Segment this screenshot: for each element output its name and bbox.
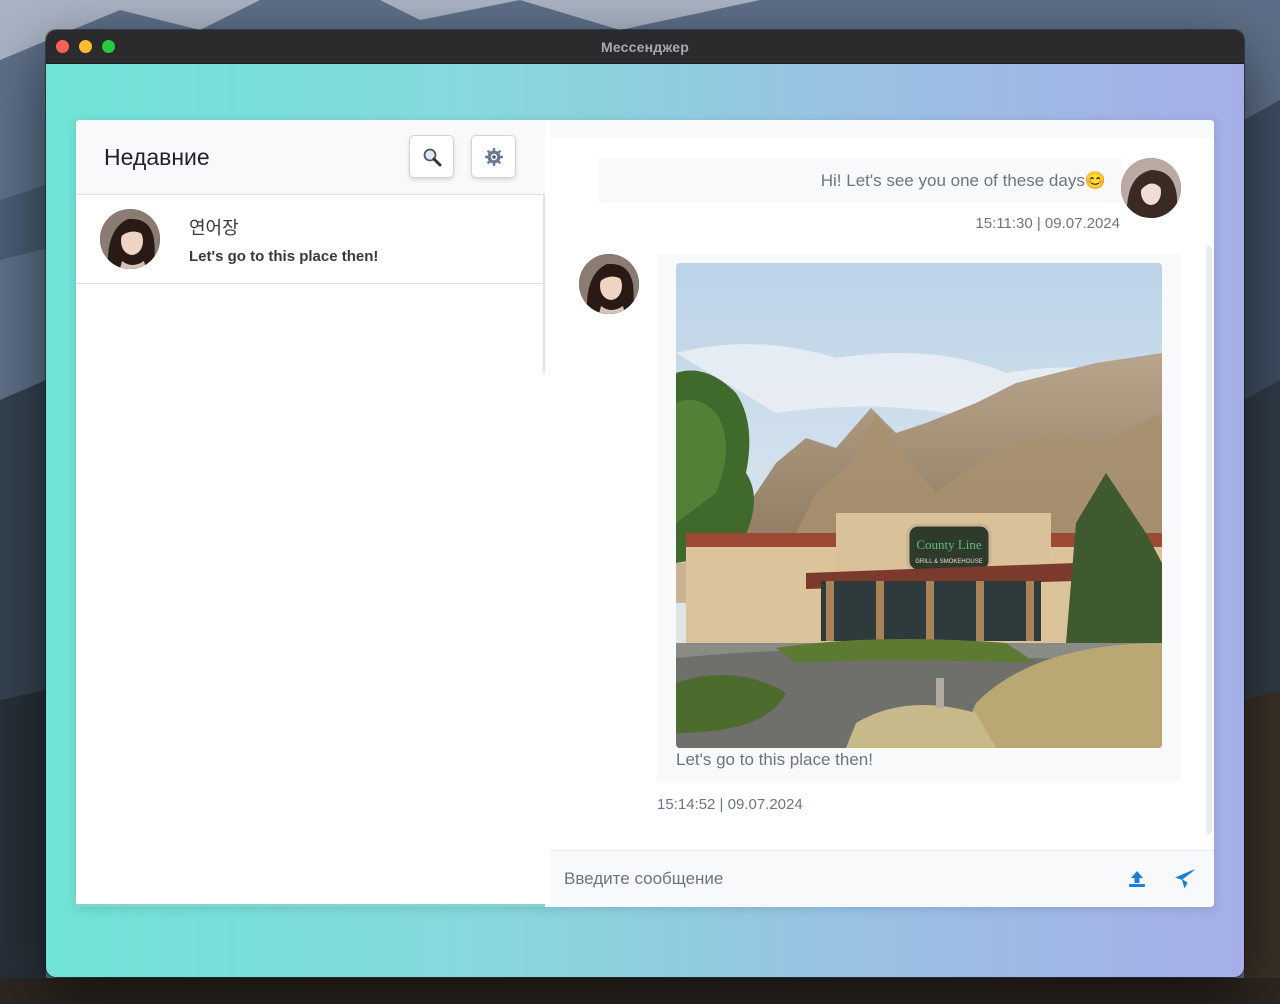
svg-text:County Line: County Line (916, 537, 982, 552)
message-input[interactable] (564, 869, 1104, 889)
gear-icon (484, 147, 503, 166)
chat-name: 연어장 (189, 217, 239, 238)
window-title: Мессенджер (600, 38, 690, 55)
outgoing-message-timestamp: 15:11:30 | 09.07.2024 (975, 215, 1120, 232)
window-controls (56, 40, 115, 53)
window-content: Недавние 연어장 Let's go to this place then… (46, 64, 1244, 977)
chat-scrollbar[interactable] (1206, 246, 1212, 834)
message-composer (550, 850, 1214, 907)
outgoing-message-text: Hi! Let's see you one of these days😊 (820, 170, 1106, 190)
message-photo[interactable]: County Line GRILL & SMOKEHOUSE (676, 263, 1162, 748)
close-window-button[interactable] (56, 40, 69, 53)
chat-item-text: 연어장 Let's go to this place then! (189, 214, 378, 265)
sidebar: Недавние 연어장 Let's go to this place then… (76, 120, 545, 907)
app-window: Мессенджер Недавние 연어장 Let's go to this… (46, 30, 1244, 977)
incoming-message-text: Let's go to this place then! (676, 750, 873, 769)
incoming-message-bubble: County Line GRILL & SMOKEHOUSE Let's go … (657, 254, 1181, 782)
maximize-window-button[interactable] (102, 40, 115, 53)
send-icon (1175, 869, 1195, 889)
chat-top-strip (550, 120, 1214, 138)
search-button[interactable] (409, 135, 454, 178)
sidebar-divider (543, 195, 545, 373)
sidebar-header: Недавние (76, 120, 545, 195)
title-bar: Мессенджер (46, 30, 1244, 64)
minimize-window-button[interactable] (79, 40, 92, 53)
search-icon (423, 148, 441, 166)
chat-panel: Hi! Let's see you one of these days😊 15:… (550, 138, 1214, 907)
upload-button[interactable] (1122, 864, 1152, 894)
contact-avatar (579, 254, 639, 314)
messenger-app: Недавние 연어장 Let's go to this place then… (76, 120, 1214, 907)
sidebar-bottom-edge (76, 904, 545, 907)
chat-list: 연어장 Let's go to this place then! (76, 195, 545, 284)
outgoing-message-bubble: Hi! Let's see you one of these days😊 (598, 158, 1122, 203)
settings-button[interactable] (471, 135, 516, 178)
avatar (100, 209, 160, 269)
chat-list-item[interactable]: 연어장 Let's go to this place then! (76, 195, 545, 284)
send-button[interactable] (1170, 864, 1200, 894)
incoming-message-timestamp: 15:14:52 | 09.07.2024 (657, 796, 803, 813)
upload-icon (1129, 871, 1145, 887)
svg-text:GRILL & SMOKEHOUSE: GRILL & SMOKEHOUSE (915, 559, 982, 565)
sidebar-title: Недавние (104, 143, 210, 170)
my-avatar (1121, 158, 1181, 218)
chat-preview: Let's go to this place then! (189, 247, 379, 265)
